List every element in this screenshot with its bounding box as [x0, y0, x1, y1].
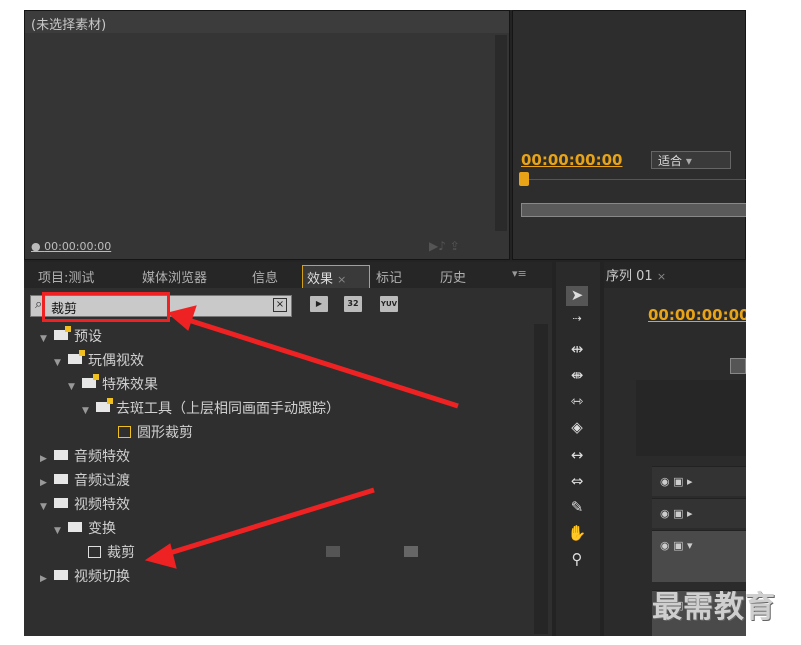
arrow-to-crop-effect — [159, 487, 375, 559]
arrow-to-search — [181, 315, 459, 409]
watermark-logo: 最需教育 — [652, 590, 776, 625]
annotation-arrows — [144, 305, 459, 569]
arrow-head-icon — [144, 543, 177, 569]
arrow-head-icon — [166, 305, 197, 331]
